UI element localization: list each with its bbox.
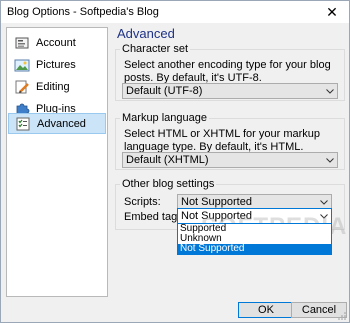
sidebar-item-account[interactable]: Account bbox=[8, 32, 106, 53]
chevron-down-icon bbox=[323, 153, 337, 167]
ok-button[interactable]: OK bbox=[238, 302, 294, 318]
page-title: Advanced bbox=[117, 26, 175, 41]
advanced-icon bbox=[15, 116, 31, 132]
title-bar: Blog Options - Softpedia's Blog ✕ bbox=[1, 1, 349, 23]
markup-language-value: Default (XHTML) bbox=[126, 154, 209, 166]
sidebar-item-advanced[interactable]: Advanced bbox=[8, 113, 106, 134]
sidebar-item-label: Advanced bbox=[37, 117, 86, 130]
resize-grip-icon[interactable] bbox=[338, 311, 346, 320]
blog-options-dialog: Blog Options - Softpedia's Blog ✕ Accoun… bbox=[0, 0, 350, 323]
window-title: Blog Options - Softpedia's Blog bbox=[7, 6, 159, 18]
markup-language-select[interactable]: Default (XHTML) bbox=[122, 152, 338, 168]
character-set-description: Select another encoding type for your bl… bbox=[124, 59, 331, 84]
character-set-group: Character set Select another encoding ty… bbox=[115, 43, 345, 101]
group-label: Other blog settings bbox=[120, 178, 217, 190]
sidebar-item-editing[interactable]: Editing bbox=[8, 76, 106, 97]
editing-icon bbox=[14, 79, 30, 95]
sidebar-item-label: Pictures bbox=[36, 58, 76, 71]
dropdown-option-not-supported[interactable]: Not Supported bbox=[178, 244, 331, 254]
embed-tags-dropdown-list: Supported Unknown Not Supported bbox=[177, 223, 332, 255]
scripts-value: Not Supported bbox=[181, 196, 252, 208]
sidebar-item-pictures[interactable]: Pictures bbox=[8, 54, 106, 75]
scripts-label: Scripts: bbox=[124, 196, 161, 208]
chevron-down-icon bbox=[317, 195, 331, 209]
options-sidebar: Account Pictures Editing Plug-ins Advanc… bbox=[6, 27, 108, 297]
group-label: Markup language bbox=[120, 112, 210, 124]
account-icon bbox=[14, 35, 30, 51]
close-icon[interactable]: ✕ bbox=[315, 1, 349, 23]
chevron-down-icon bbox=[323, 84, 337, 98]
markup-language-group: Markup language Select HTML or XHTML for… bbox=[115, 112, 345, 170]
group-label: Character set bbox=[120, 43, 191, 55]
sidebar-item-label: Editing bbox=[36, 80, 70, 93]
sidebar-item-label: Account bbox=[36, 36, 76, 49]
pictures-icon bbox=[14, 57, 30, 73]
markup-language-description: Select HTML or XHTML for your markup lan… bbox=[124, 128, 321, 153]
character-set-value: Default (UTF-8) bbox=[126, 85, 203, 97]
character-set-select[interactable]: Default (UTF-8) bbox=[122, 83, 338, 99]
